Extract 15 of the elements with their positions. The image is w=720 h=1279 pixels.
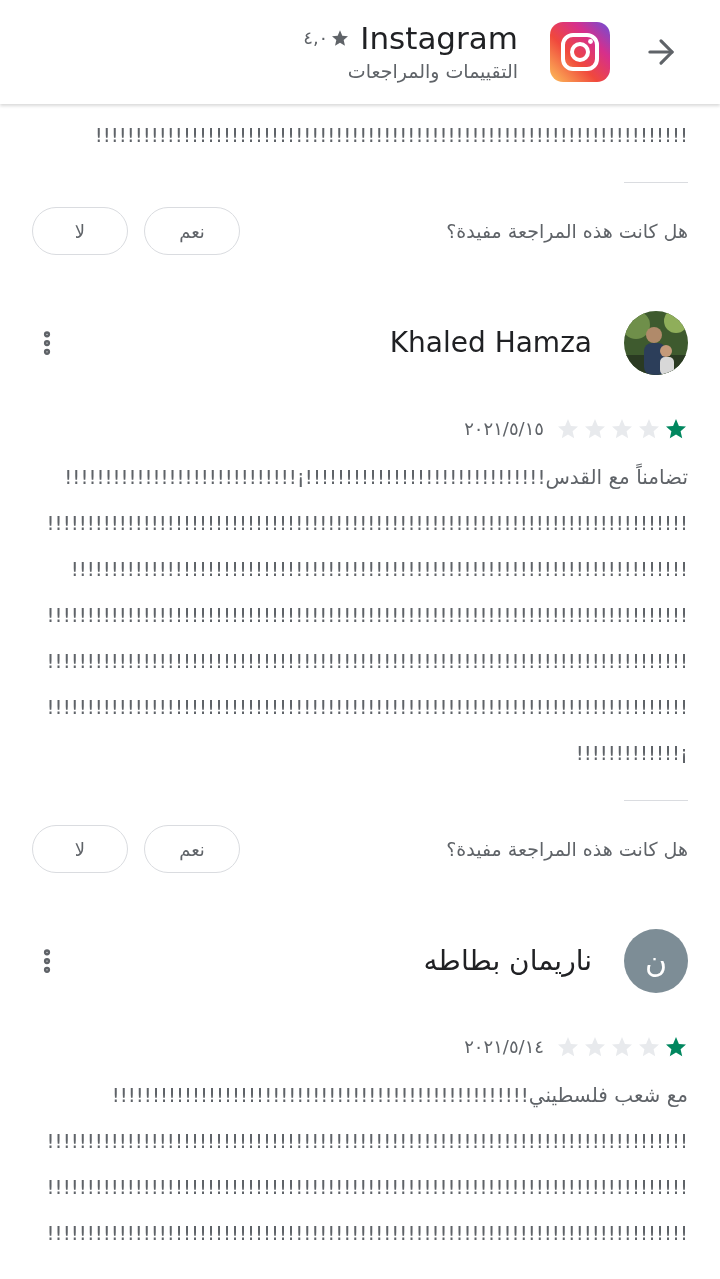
review-date: ٢٠٢١/٥/١٤ [464,1035,544,1059]
review-date: ٢٠٢١/٥/١٥ [464,417,544,441]
page-subtitle: التقييمات والمراجعات [346,58,518,85]
review-text: تضامناً مع القدس!!!!!!!!!!!!!!!!!!!!!!!!!!!!!!¡!!!!!!!!!!!!!!!!!!!!!!!!!!!!! !!!!!!!!!!!!!!!!!!!!!!!!!!!!!!!!!!!!!!!!!!!!!!!!!!!!!!!!!!!!!!!!!!!!!!!!!!!!!!!! !!!!!!!!!!!!!!!!!!!!!!!!!!!!!!!!!!!!!!!!!!!!!!!!!!!!!!!!!!!!!!!!!!!!!!!!!!!!! !!!!!!!!!!!!!!!!!!!!!!!!!!!!!!!!!!!!!!!!!!!!!!!!!!!!!!!!!!!!!!!!!!!!!!!!!!!!!!!! !!!!!!!!!!!!!!!!!!!!!!!!!!!!!!!!!!!!!!!!!!!!!!!!!!!!!!!!!!!!!!!!!!!!!!!!!!!!!!!! !!!!!!!!!!!!!!!!!!!!!!!!!!!!!!!!!!!!!!!!!!!!!!!!!!!!!!!!!!!!!!!!!!!!!!!!!!!!!!!! ¡!!!!!!!!!!!!! [45,462,688,767]
helpful-question: هل كانت هذه المراجعة مفيدة؟ [446,836,688,863]
review-text: !!!!!!!!!!!!!!!!!!!!!!!!!!!!!!!!!!!!!!!!!!!!!!!!!!!!!!!!!!!!!!!!!!!!!!!!!! [93,122,688,149]
app-icon [550,22,610,82]
reviewer-name: Khaled Hamza [389,325,592,361]
helpful-question: هل كانت هذه المراجعة مفيدة؟ [446,218,688,245]
app-rating: ٤,٠ [303,26,329,51]
app-name: Instagram [360,18,518,57]
star-icon [332,29,349,46]
reviewer-name: ناريمان بطاطه [423,943,592,979]
avatar: ن [624,929,688,993]
review-text: مع شعب فلسطيني!!!!!!!!!!!!!!!!!!!!!!!!!!!!!!!!!!!!!!!!!!!!!!!!!!!! !!!!!!!!!!!!!!!!!!!!!!!!!!!!!!!!!!!!!!!!!!!!!!!!!!!!!!!!!!!!!!!!!!!!!!!!!!!!!!!! !!!!!!!!!!!!!!!!!!!!!!!!!!!!!!!!!!!!!!!!!!!!!!!!!!!!!!!!!!!!!!!!!!!!!!!!!!!!!!!! !!!!!!!!!!!!!!!!!!!!!!!!!!!!!!!!!!!!!!!!!!!!!!!!!!!!!!!!!!!!!!!!!!!!!!!!!!!!!!!! [45,1082,688,1247]
